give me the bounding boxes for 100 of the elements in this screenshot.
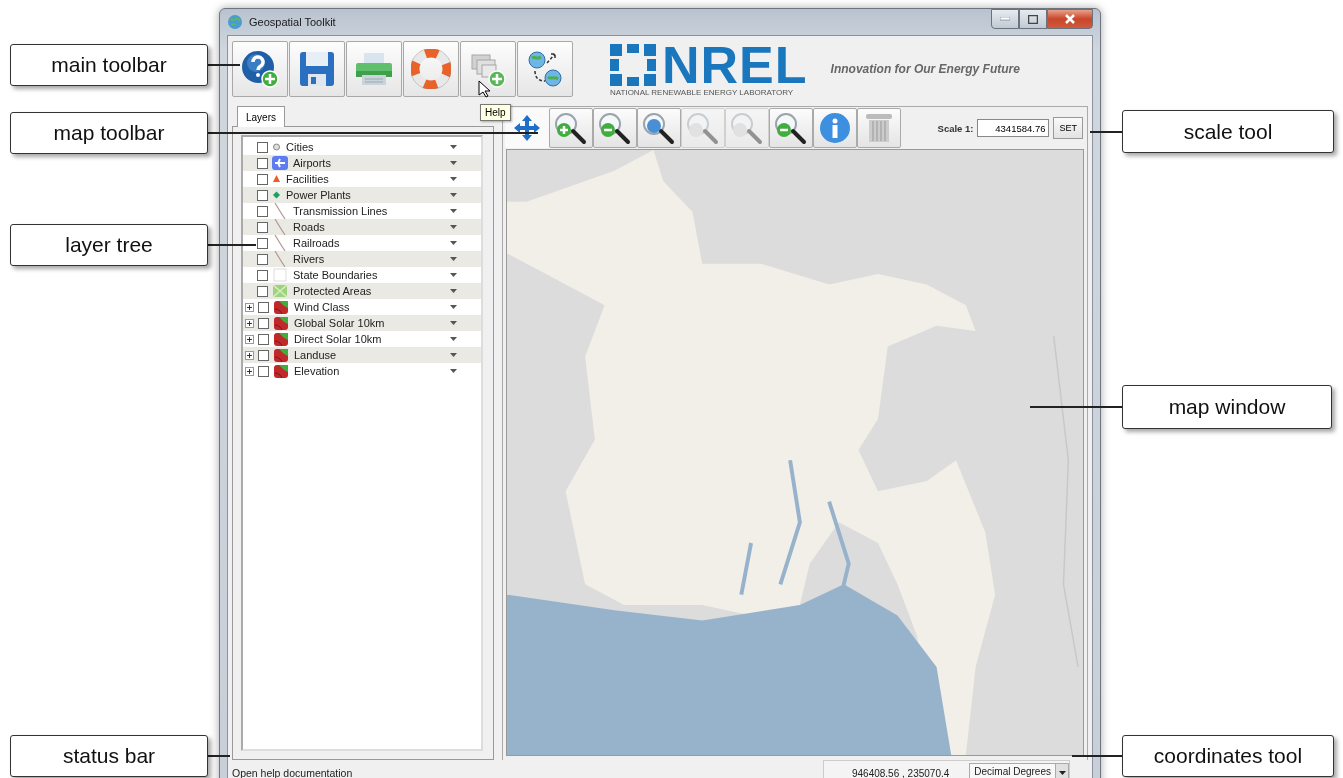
lifebuoy-icon (411, 49, 451, 89)
info-icon (819, 112, 851, 144)
checkbox[interactable] (258, 365, 269, 377)
map-tool-button[interactable] (637, 108, 681, 148)
set-button[interactable]: SET (1053, 117, 1083, 139)
checkbox[interactable] (257, 237, 268, 249)
expand-icon[interactable] (245, 350, 254, 360)
tagline: Innovation for Our Energy Future (830, 62, 1020, 76)
checkbox[interactable] (258, 349, 269, 361)
zoom-forward-icon (729, 111, 765, 145)
toolbar-button[interactable] (289, 41, 345, 97)
dropdown-caret-icon[interactable] (450, 337, 457, 341)
raster-symbol-icon (273, 299, 289, 315)
layer-name: Protected Areas (293, 285, 373, 297)
layer-row[interactable]: Landuse (243, 347, 481, 363)
line-symbol-icon (272, 251, 288, 267)
leader-line (208, 755, 230, 757)
callout-label: main toolbar (10, 44, 208, 86)
layer-name: Landuse (294, 349, 338, 361)
expand-icon[interactable] (245, 302, 254, 312)
dropdown-caret-icon[interactable] (450, 177, 457, 181)
expand-icon[interactable] (245, 318, 254, 328)
callout-label: scale tool (1122, 110, 1334, 153)
close-button[interactable] (1047, 9, 1093, 29)
toolbar-button[interactable] (232, 41, 288, 97)
layer-name: Power Plants (286, 189, 352, 201)
maximize-icon (1028, 14, 1038, 24)
dropdown-caret-icon[interactable] (450, 145, 457, 149)
dropdown-caret-icon[interactable] (450, 273, 457, 277)
expand-icon[interactable] (245, 334, 254, 344)
tooltip: Help (480, 104, 511, 121)
leader-line (208, 244, 256, 246)
dropdown-caret-icon[interactable] (450, 257, 457, 261)
scale-field[interactable]: 4341584.76 (977, 119, 1050, 137)
pan-arrows-icon (512, 113, 542, 143)
callout-label: layer tree (10, 224, 208, 266)
checkbox[interactable] (258, 333, 269, 345)
checkbox[interactable] (257, 157, 268, 169)
layer-name: Global Solar 10km (294, 317, 386, 329)
checkbox[interactable] (257, 269, 268, 281)
map-tool-button[interactable] (593, 108, 637, 148)
toolbar-button[interactable] (460, 41, 516, 97)
checkbox[interactable] (257, 221, 268, 233)
outline-symbol-icon (272, 268, 288, 282)
maximize-button[interactable] (1019, 9, 1047, 29)
checkbox[interactable] (257, 189, 268, 201)
zoom-layer-icon (773, 111, 809, 145)
toolbar-button[interactable] (403, 41, 459, 97)
zoom-in-icon (553, 111, 589, 145)
callout-label: map toolbar (10, 112, 208, 154)
help-add-icon (239, 48, 281, 90)
checkbox[interactable] (257, 173, 268, 185)
globes-arrows-icon (525, 49, 565, 89)
dropdown-caret-icon[interactable] (450, 321, 457, 325)
expand-icon[interactable] (245, 366, 254, 376)
layer-name: Elevation (294, 365, 341, 377)
dropdown-caret-icon[interactable] (450, 289, 457, 293)
airplane-symbol-icon (272, 156, 288, 170)
map-tool-button[interactable] (549, 108, 593, 148)
mouse-cursor-icon (478, 80, 490, 98)
globe-icon (227, 14, 243, 30)
checkbox[interactable] (257, 141, 268, 153)
layer-name: Transmission Lines (293, 205, 389, 217)
dropdown-caret-icon[interactable] (450, 369, 457, 373)
minimize-button[interactable] (991, 9, 1019, 29)
close-icon (1065, 14, 1075, 24)
dropdown-caret-icon[interactable] (450, 193, 457, 197)
zoom-out-icon (597, 111, 633, 145)
zoom-back-icon (685, 111, 721, 145)
dropdown-caret-icon[interactable] (450, 209, 457, 213)
raster-symbol-icon (273, 347, 289, 363)
window-title: Geospatial Toolkit (249, 16, 336, 28)
toolbar-button[interactable] (517, 41, 573, 97)
layer-row[interactable]: Rivers (243, 251, 481, 267)
checkbox[interactable] (258, 301, 269, 313)
checkbox[interactable] (258, 317, 269, 329)
checkbox[interactable] (257, 285, 268, 297)
layer-row[interactable]: Protected Areas (243, 283, 481, 299)
map-tool-button[interactable] (505, 108, 549, 148)
dropdown-caret-icon[interactable] (450, 305, 457, 309)
dropdown-caret-icon[interactable] (450, 161, 457, 165)
leader-line (208, 64, 240, 66)
map-tool-button[interactable] (769, 108, 813, 148)
checkbox[interactable] (257, 253, 268, 265)
layer-row[interactable]: Airports (243, 155, 481, 171)
dropdown-caret-icon[interactable] (450, 225, 457, 229)
layer-row[interactable]: Power Plants (243, 187, 481, 203)
layer-name: Roads (293, 221, 326, 233)
logo-subtitle: NATIONAL RENEWABLE ENERGY LABORATORY (610, 87, 795, 97)
tab[interactable]: Layers (237, 106, 285, 127)
dropdown-caret-icon[interactable] (450, 353, 457, 357)
checkbox[interactable] (257, 205, 268, 217)
layer-row[interactable]: Global Solar 10km (243, 315, 481, 331)
layer-name: Direct Solar 10km (294, 333, 383, 345)
layer-row[interactable]: Roads (243, 219, 481, 235)
zoom-globe-icon (641, 111, 677, 145)
layer-name: Facilities (286, 173, 330, 185)
dropdown-caret-icon[interactable] (450, 241, 457, 245)
toolbar-button[interactable] (346, 41, 402, 97)
units-dropdown[interactable]: Decimal Degrees (969, 763, 1069, 778)
